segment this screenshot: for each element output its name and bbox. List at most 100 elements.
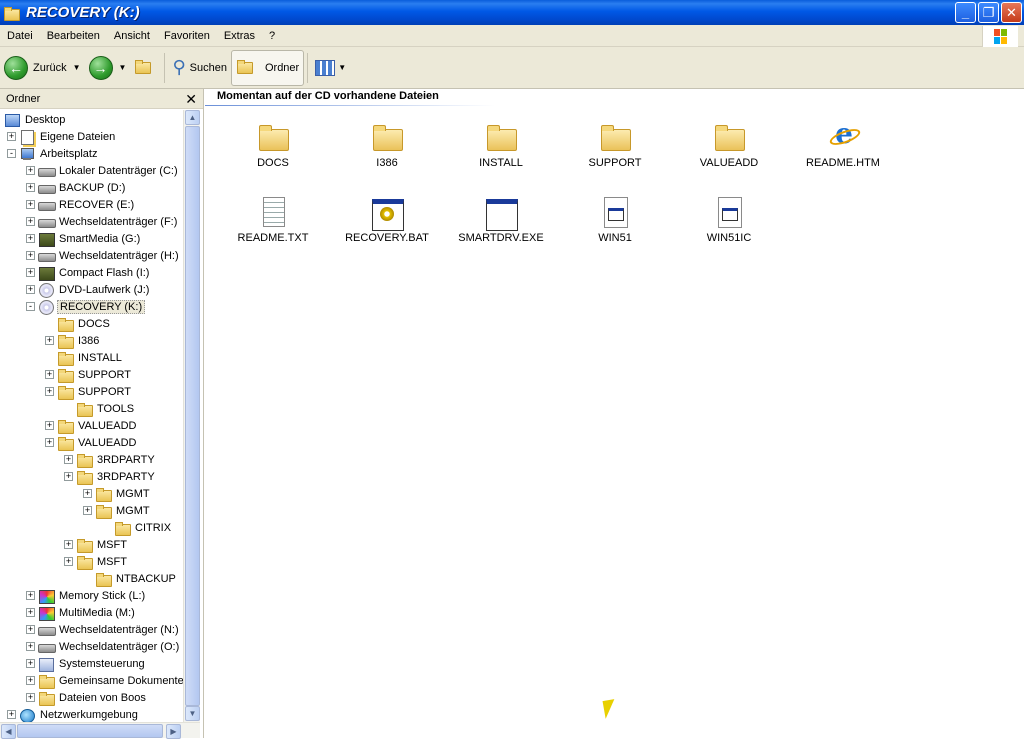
file-item[interactable]: README.HTM — [793, 121, 893, 169]
tree-item[interactable]: NTBACKUP — [83, 570, 178, 587]
tree-item[interactable]: + MSFT — [64, 553, 129, 570]
expand-icon[interactable]: + — [26, 268, 35, 277]
tree-item[interactable]: +3RDPARTY — [64, 468, 157, 485]
back-button[interactable]: ← Zurück ▼ — [0, 50, 85, 86]
expand-icon[interactable]: + — [26, 217, 35, 226]
tree-item[interactable]: + Gemeinsame Dokumente — [26, 672, 183, 689]
tree-item[interactable]: + BACKUP (D:) — [26, 179, 127, 196]
file-item[interactable]: SUPPORT — [565, 121, 665, 169]
folders-button[interactable]: Ordner — [230, 49, 305, 86]
up-button[interactable] — [130, 50, 161, 86]
expand-icon[interactable]: + — [26, 693, 35, 702]
tree-item[interactable]: + Compact Flash (I:) — [26, 264, 151, 281]
tree-item[interactable]: + SUPPORT — [45, 383, 133, 400]
tree-item[interactable]: +3RDPARTY — [64, 451, 157, 468]
tree-item[interactable]: DOCS — [45, 315, 112, 332]
tree-item[interactable]: + Lokaler Datenträger (C:) — [26, 162, 180, 179]
minimize-button[interactable]: _ — [955, 2, 976, 23]
close-pane-icon[interactable]: ✕ — [185, 92, 197, 106]
tree-item[interactable]: + Wechseldatenträger (O:) — [26, 638, 181, 655]
file-item[interactable]: WIN51IC — [679, 196, 779, 244]
menu-favoriten[interactable]: Favoriten — [157, 30, 217, 42]
expand-icon[interactable]: + — [26, 234, 35, 243]
tree-item[interactable]: + DVD-Laufwerk (J:) — [26, 281, 151, 298]
expand-icon[interactable]: + — [83, 506, 92, 515]
file-item[interactable]: I386 — [337, 121, 437, 169]
tree-item[interactable]: TOOLS — [64, 400, 136, 417]
tree-item[interactable]: + MSFT — [64, 536, 129, 553]
expand-icon[interactable]: + — [26, 642, 35, 651]
tree-item[interactable]: + Wechseldatenträger (F:) — [26, 213, 179, 230]
file-item[interactable]: DOCS — [223, 121, 323, 169]
expand-icon[interactable]: + — [26, 285, 35, 294]
expand-icon[interactable]: + — [26, 625, 35, 634]
tree-item[interactable]: + Wechseldatenträger (H:) — [26, 247, 181, 264]
scroll-right-icon[interactable]: ▶ — [166, 724, 181, 739]
tree-item[interactable]: + VALUEADD — [45, 434, 138, 451]
tree-item[interactable]: + Wechseldatenträger (N:) — [26, 621, 181, 638]
scroll-up-icon[interactable]: ▲ — [185, 110, 200, 125]
expand-icon[interactable]: + — [26, 251, 35, 260]
scroll-down-icon[interactable]: ▼ — [185, 706, 200, 721]
menu-bearbeiten[interactable]: Bearbeiten — [40, 30, 107, 42]
expand-icon[interactable]: + — [45, 438, 54, 447]
tree-hscroll-thumb[interactable] — [17, 724, 163, 738]
expand-icon[interactable]: + — [26, 608, 35, 617]
tree-item[interactable]: + RECOVER (E:) — [26, 196, 136, 213]
menu-help[interactable]: ? — [262, 30, 282, 42]
file-item[interactable]: RECOVERY.BAT — [337, 196, 437, 244]
search-button[interactable]: ⚲ Suchen — [168, 50, 231, 86]
file-item[interactable]: SMARTDRV.EXE — [451, 196, 551, 244]
expand-icon[interactable]: + — [64, 472, 73, 481]
tree-item[interactable]: + MultiMedia (M:) — [26, 604, 137, 621]
expand-icon[interactable]: + — [45, 421, 54, 430]
expand-icon[interactable]: + — [45, 370, 54, 379]
expand-icon[interactable]: + — [26, 166, 35, 175]
expand-icon[interactable]: + — [64, 455, 73, 464]
views-dropdown-icon[interactable]: ▼ — [338, 63, 346, 72]
expand-icon[interactable]: + — [45, 336, 54, 345]
menu-extras[interactable]: Extras — [217, 30, 262, 42]
tree-item[interactable]: Desktop — [4, 111, 67, 128]
maximize-button[interactable]: ❐ — [978, 2, 999, 23]
tree-item[interactable]: + Eigene Dateien — [7, 128, 117, 145]
collapse-icon[interactable]: - — [26, 302, 35, 311]
expand-icon[interactable]: + — [45, 387, 54, 396]
expand-icon[interactable]: + — [7, 710, 16, 719]
tree-item[interactable]: INSTALL — [45, 349, 124, 366]
tree-item[interactable]: + SUPPORT — [45, 366, 133, 383]
forward-dropdown-icon[interactable]: ▼ — [119, 63, 127, 72]
tree-item[interactable]: + Netzwerkumgebung — [7, 706, 140, 722]
close-button[interactable]: ✕ — [1001, 2, 1022, 23]
views-button[interactable]: ▼ — [311, 50, 350, 86]
tree-scroll-thumb[interactable] — [185, 126, 200, 706]
expand-icon[interactable]: + — [26, 591, 35, 600]
tree-item[interactable]: + MGMT — [83, 485, 152, 502]
back-dropdown-icon[interactable]: ▼ — [73, 63, 81, 72]
file-item[interactable]: README.TXT — [223, 196, 323, 244]
expand-icon[interactable]: + — [26, 659, 35, 668]
expand-icon[interactable]: + — [64, 540, 73, 549]
tree-vertical-scrollbar[interactable]: ▲ ▼ — [183, 110, 200, 722]
menu-datei[interactable]: Datei — [0, 30, 40, 42]
tree-item[interactable]: + Dateien von Boos — [26, 689, 148, 706]
tree-item[interactable]: + MGMT — [83, 502, 152, 519]
scroll-left-icon[interactable]: ◀ — [1, 724, 16, 739]
file-item[interactable]: WIN51 — [565, 196, 665, 244]
tree-item[interactable]: + Systemsteuerung — [26, 655, 147, 672]
tree-item[interactable]: + SmartMedia (G:) — [26, 230, 142, 247]
tree-item[interactable]: CITRIX — [102, 519, 173, 536]
forward-button[interactable]: → ▼ — [85, 50, 131, 86]
file-item[interactable]: VALUEADD — [679, 121, 779, 169]
expand-icon[interactable]: + — [7, 132, 16, 141]
menu-ansicht[interactable]: Ansicht — [107, 30, 157, 42]
expand-icon[interactable]: + — [83, 489, 92, 498]
collapse-icon[interactable]: - — [7, 149, 16, 158]
expand-icon[interactable]: + — [64, 557, 73, 566]
tree-item[interactable]: + VALUEADD — [45, 417, 138, 434]
tree-item[interactable]: - Arbeitsplatz — [7, 145, 99, 162]
file-item[interactable]: INSTALL — [451, 121, 551, 169]
tree-item[interactable]: + Memory Stick (L:) — [26, 587, 147, 604]
expand-icon[interactable]: + — [26, 200, 35, 209]
expand-icon[interactable]: + — [26, 183, 35, 192]
